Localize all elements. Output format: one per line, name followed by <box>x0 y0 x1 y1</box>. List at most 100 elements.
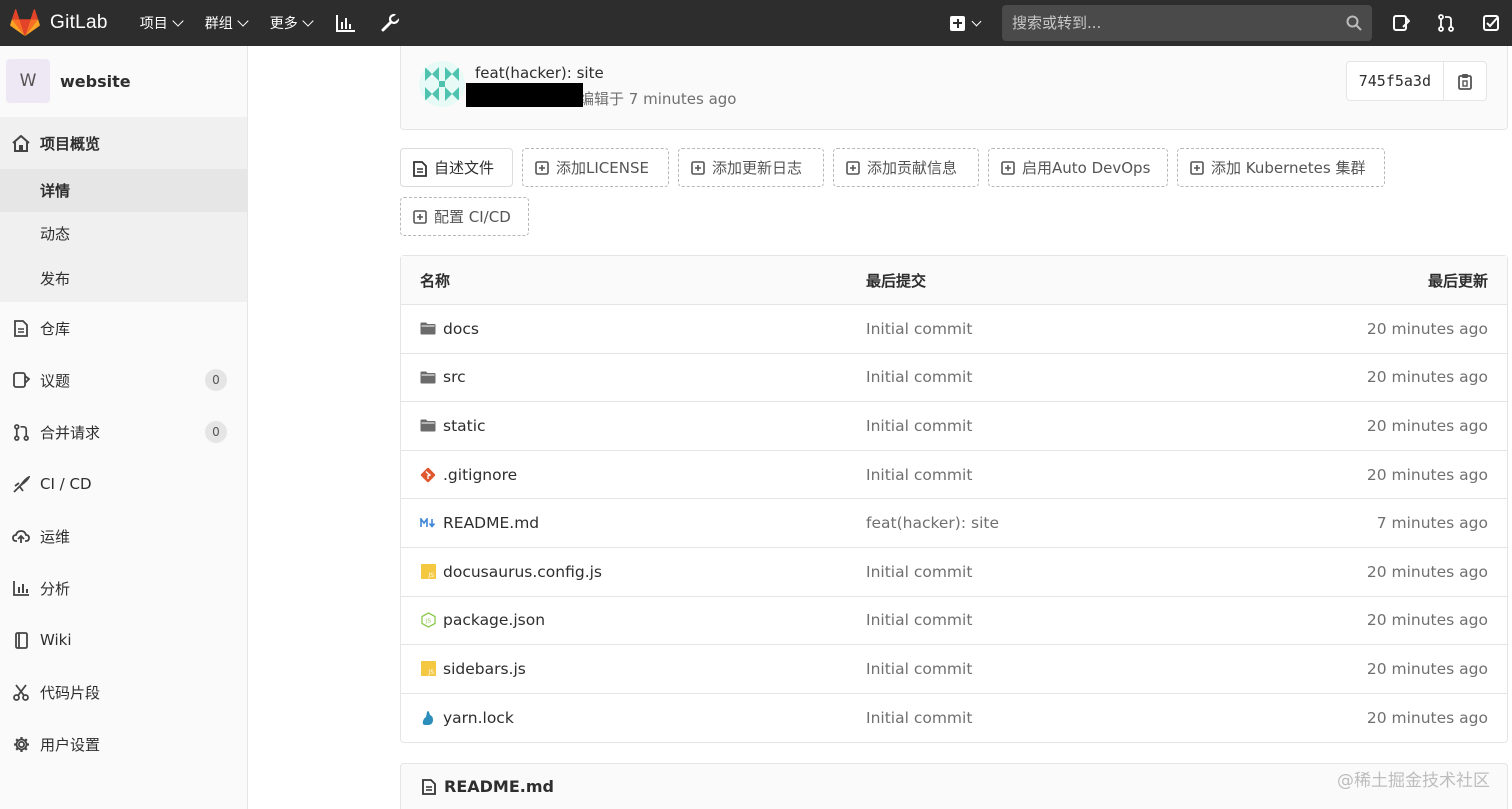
sidebar-item-label: 用户设置 <box>40 735 101 754</box>
readme-title-link[interactable]: README.md <box>444 777 554 796</box>
todos-check-icon[interactable] <box>1480 12 1502 34</box>
git-icon <box>420 467 436 483</box>
file-link[interactable]: JS docusaurus.config.js <box>420 548 602 596</box>
readme-button[interactable]: 自述文件 <box>400 148 513 187</box>
commit-message-link[interactable]: Initial commit <box>866 597 972 645</box>
table-row: src Initial commit 20 minutes ago <box>401 354 1507 403</box>
commit-message-link[interactable]: feat(hacker): site <box>866 499 999 547</box>
todo-issues-icon[interactable] <box>1390 12 1412 34</box>
markdown-icon <box>420 515 436 531</box>
chevron-down-icon <box>237 15 249 27</box>
folder-icon <box>420 418 436 434</box>
commit-message-link[interactable]: Initial commit <box>866 305 972 353</box>
add-contributing-button[interactable]: 添加贡献信息 <box>833 148 979 187</box>
nav-more-menu[interactable]: 更多 <box>270 13 314 33</box>
enable-auto-devops-button[interactable]: 启用Auto DevOps <box>988 148 1168 187</box>
rocket-icon <box>12 475 30 493</box>
sidebar-item-analytics[interactable]: 分析 <box>0 562 247 614</box>
file-tree-header: 名称 最后提交 最后更新 <box>401 256 1507 305</box>
sidebar-subitem-activity[interactable]: 动态 <box>0 212 247 255</box>
last-update-time: 20 minutes ago <box>1366 416 1488 435</box>
commit-message-link[interactable]: Initial commit <box>866 694 972 743</box>
commit-message-link[interactable]: Initial commit <box>866 451 972 499</box>
add-license-button[interactable]: 添加LICENSE <box>522 148 669 187</box>
last-update-time: 20 minutes ago <box>1366 611 1488 630</box>
file-icon <box>413 160 427 177</box>
plus-square-icon <box>846 160 860 175</box>
merge-request-icon[interactable] <box>1435 12 1457 34</box>
file-link[interactable]: static <box>420 402 486 450</box>
chevron-down-icon <box>172 15 184 27</box>
folder-icon <box>420 321 436 337</box>
plus-square-icon <box>691 160 705 175</box>
nav-projects-menu[interactable]: 项目 <box>140 13 184 33</box>
file-name: yarn.lock <box>443 709 514 728</box>
gear-icon <box>12 735 30 753</box>
chevron-down-icon <box>971 16 982 26</box>
sidebar-subitem-releases[interactable]: 发布 <box>0 255 247 302</box>
file-link[interactable]: yarn.lock <box>420 694 514 743</box>
search-icon <box>1346 15 1362 31</box>
nav-groups-label: 群组 <box>204 16 233 32</box>
last-update-time: 7 minutes ago <box>1376 514 1488 533</box>
sidebar-item-label: 分析 <box>40 579 71 598</box>
sidebar-item-snippets[interactable]: 代码片段 <box>0 666 247 718</box>
activity-chart-icon[interactable] <box>335 12 357 34</box>
issues-icon <box>12 371 30 389</box>
configure-ci-cd-button[interactable]: 配置 CI/CD <box>400 197 529 236</box>
table-row: docs Initial commit 20 minutes ago <box>401 305 1507 354</box>
add-kubernetes-cluster-button[interactable]: 添加 Kubernetes 集群 <box>1177 148 1385 187</box>
merge-requests-count-badge: 0 <box>205 421 227 443</box>
file-link[interactable]: src <box>420 354 466 402</box>
new-item-dropdown[interactable] <box>950 15 982 31</box>
file-link[interactable]: docs <box>420 305 479 353</box>
sidebar-project-header[interactable]: W website <box>0 46 247 116</box>
sidebar-item-label: 合并请求 <box>40 423 101 442</box>
sidebar-item-label: 项目概览 <box>40 134 101 153</box>
search-box[interactable] <box>1002 5 1372 41</box>
chart-icon <box>12 579 30 597</box>
button-label: 添加 Kubernetes 集群 <box>1211 159 1366 177</box>
sidebar-item-settings[interactable]: 用户设置 <box>0 718 247 770</box>
table-row: JS docusaurus.config.js Initial commit 20… <box>401 548 1507 597</box>
file-link[interactable]: .gitignore <box>420 451 517 499</box>
file-link[interactable]: JS package.json <box>420 597 545 645</box>
search-input[interactable] <box>1012 14 1346 32</box>
last-commit-panel: feat(hacker): site 编辑于 7 minutes ago 745… <box>400 46 1508 130</box>
file-tree-table: 名称 最后提交 最后更新 docs Initial commit 20 minu… <box>400 255 1508 744</box>
commit-message-link[interactable]: Initial commit <box>866 548 972 596</box>
cloud-icon <box>12 527 30 545</box>
add-changelog-button[interactable]: 添加更新日志 <box>678 148 824 187</box>
file-name: README.md <box>443 514 540 533</box>
nav-groups-menu[interactable]: 群组 <box>204 13 249 33</box>
issues-count-badge: 0 <box>205 369 227 391</box>
copy-sha-button[interactable] <box>1444 62 1486 100</box>
sidebar-item-merge-requests[interactable]: 合并请求 0 <box>0 406 247 458</box>
table-row: JS sidebars.js Initial commit 20 minutes … <box>401 645 1507 694</box>
gitlab-home-link[interactable]: GitLab <box>10 9 108 37</box>
commit-message-link[interactable]: Initial commit <box>866 354 972 402</box>
file-link[interactable]: JS sidebars.js <box>420 645 526 693</box>
sidebar-subitem-details[interactable]: 详情 <box>0 169 247 212</box>
commit-author-avatar[interactable] <box>419 61 465 107</box>
commit-title-link[interactable]: feat(hacker): site <box>475 64 604 82</box>
plus-square-icon <box>1190 160 1204 175</box>
commit-message-link[interactable]: Initial commit <box>866 645 972 693</box>
file-name: static <box>443 416 486 435</box>
file-name: docs <box>443 319 479 338</box>
redacted-author-block <box>466 83 583 107</box>
commit-message-link[interactable]: Initial commit <box>866 402 972 450</box>
sidebar-item-issues[interactable]: 议题 0 <box>0 354 247 406</box>
admin-wrench-icon[interactable] <box>379 12 401 34</box>
sidebar-item-ci-cd[interactable]: CI / CD <box>0 458 247 510</box>
file-link[interactable]: README.md <box>420 499 539 547</box>
sidebar-item-label: 代码片段 <box>40 683 101 702</box>
commit-sha[interactable]: 745f5a3d <box>1347 62 1444 100</box>
svg-text:JS: JS <box>427 572 434 579</box>
sidebar-item-label: Wiki <box>40 631 72 649</box>
sidebar-item-operations[interactable]: 运维 <box>0 510 247 562</box>
file-name: docusaurus.config.js <box>443 562 603 581</box>
sidebar-item-wiki[interactable]: Wiki <box>0 614 247 666</box>
sidebar-item-repository[interactable]: 仓库 <box>0 302 247 354</box>
sidebar-item-overview[interactable]: 项目概览 <box>0 117 247 169</box>
